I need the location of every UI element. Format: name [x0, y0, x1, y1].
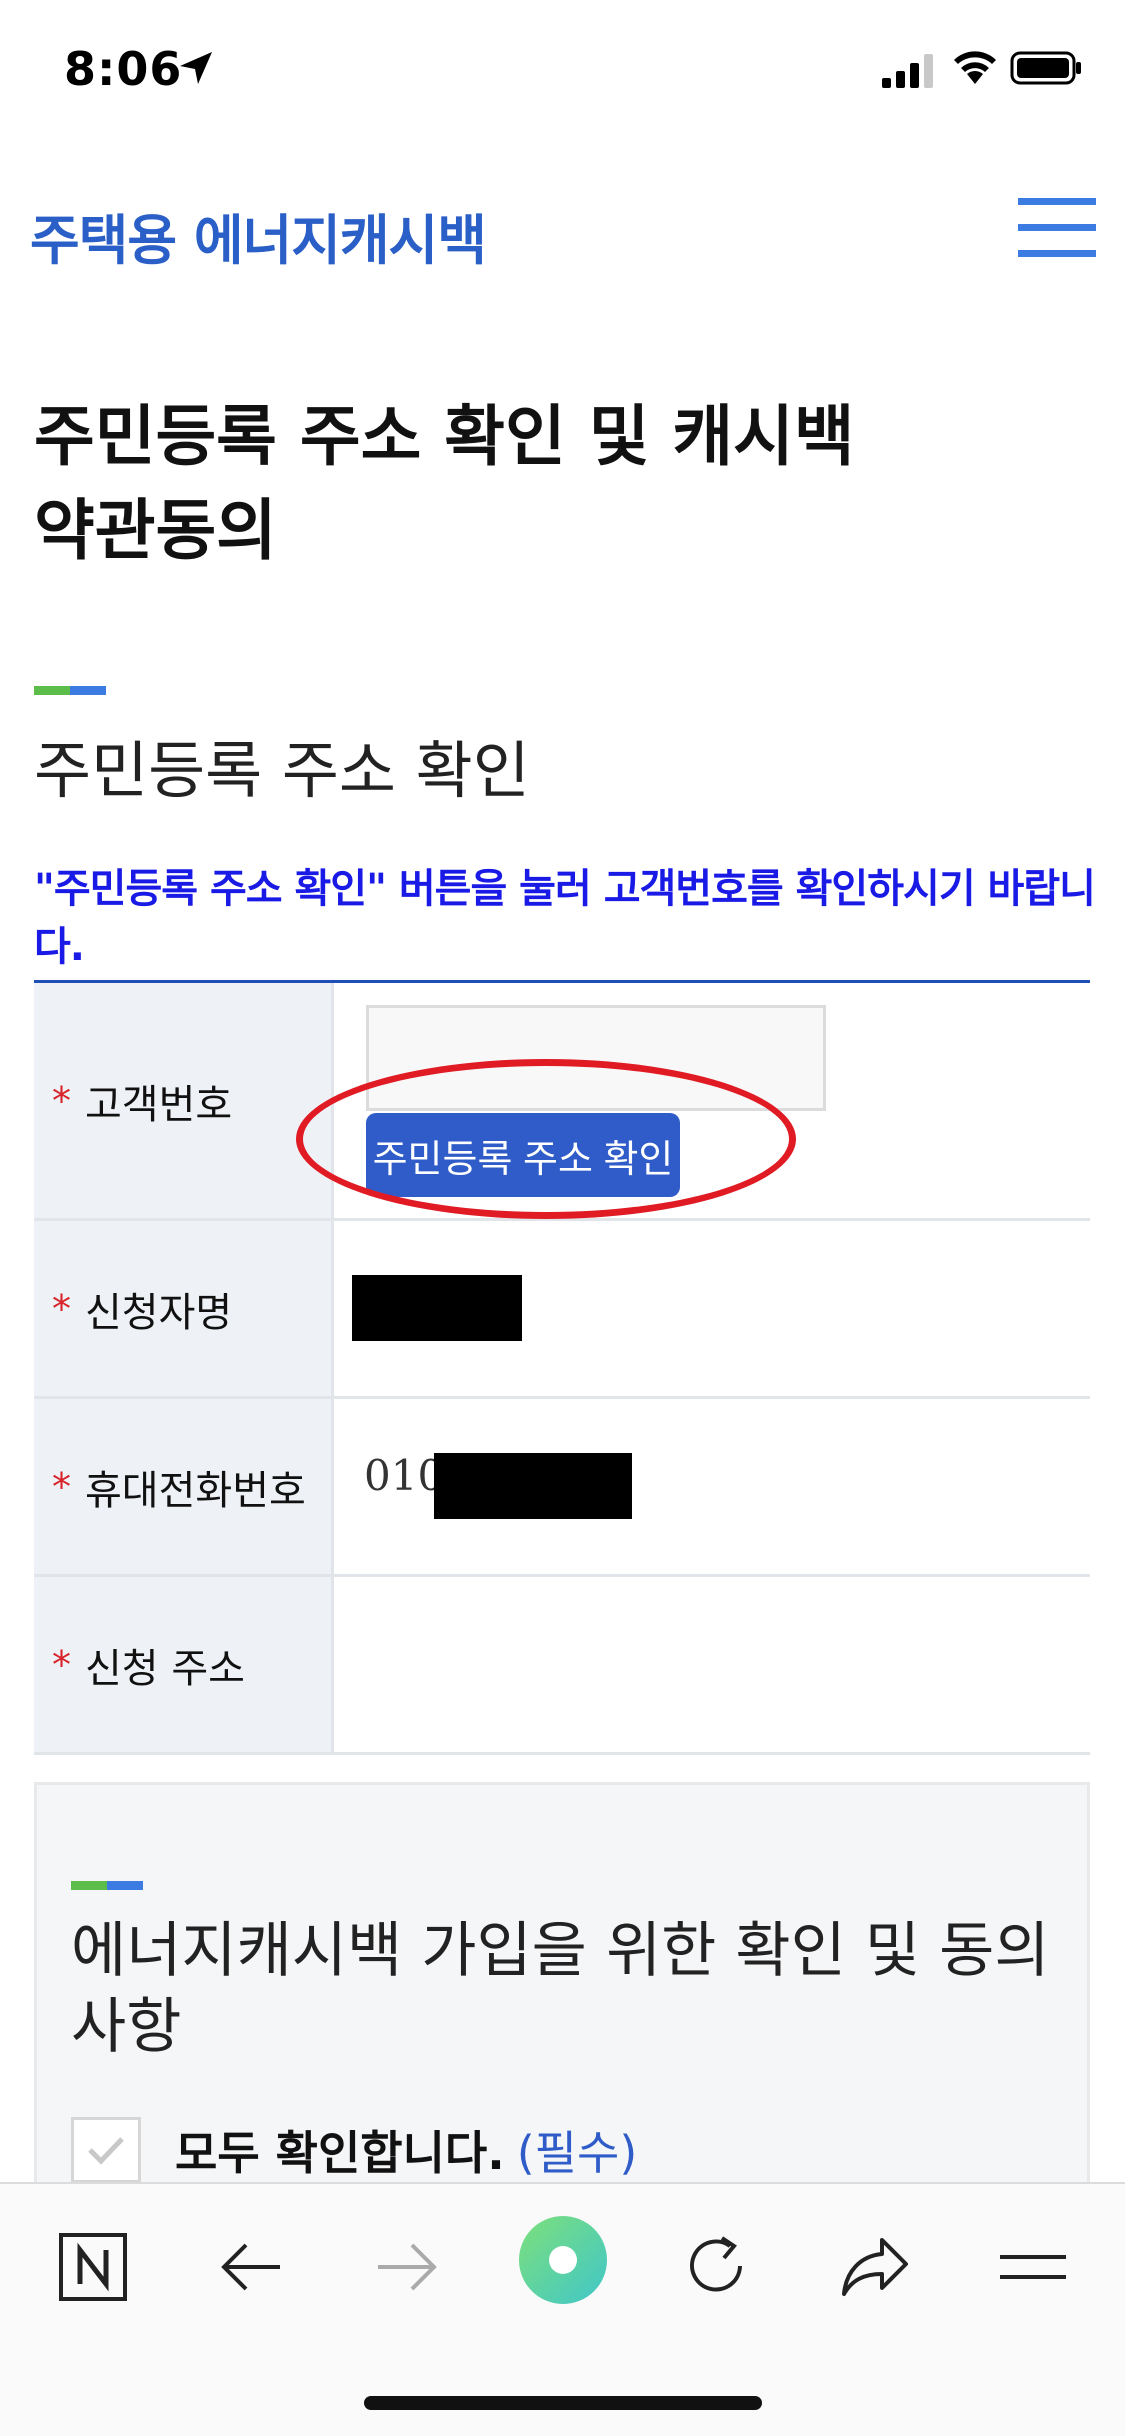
applicant-name-label: 신청자명	[85, 1289, 233, 1336]
customer-number-input[interactable]	[366, 1005, 826, 1111]
required-mark: *	[52, 1642, 71, 1687]
wifi-icon	[954, 51, 996, 84]
forward-arrow-icon[interactable]	[362, 2222, 452, 2312]
form-label: * 휴대전화번호	[34, 1399, 334, 1574]
agreement-accent-bar	[71, 1881, 143, 1890]
status-bar: 8:06	[0, 0, 1125, 140]
form-label: * 고객번호	[34, 983, 334, 1218]
customer-number-label: 고객번호	[85, 1081, 233, 1128]
cellular-signal-icon	[882, 54, 933, 88]
status-time: 8:06	[64, 42, 183, 96]
battery-icon	[1010, 51, 1081, 85]
required-mark: *	[52, 1078, 71, 1123]
phone-prefix-value: 010	[364, 1451, 445, 1500]
form-row-phone: * 휴대전화번호 010	[34, 1399, 1090, 1577]
section-title: 주민등록 주소 확인	[34, 734, 530, 807]
form-row-customer-number: * 고객번호 주민등록 주소 확인	[34, 983, 1090, 1221]
phone-label: 휴대전화번호	[85, 1467, 306, 1514]
check-all-row[interactable]: 모두 확인합니다. (필수)	[71, 2117, 637, 2183]
address-value	[334, 1577, 1090, 1752]
home-indicator	[364, 2396, 762, 2410]
menu-icon[interactable]	[988, 2222, 1078, 2312]
site-logo[interactable]: 주택용 에너지캐시백	[30, 196, 487, 275]
form-value: 010	[334, 1399, 1090, 1574]
form-label: * 신청 주소	[34, 1577, 334, 1752]
required-mark: *	[52, 1464, 71, 1509]
form-value: 주민등록 주소 확인	[296, 983, 1090, 1219]
agreement-title: 에너지캐시백 가입을 위한 확인 및 동의사항	[71, 1916, 1050, 2062]
page-title: 주민등록 주소 확인 및 캐시백 약관동의	[34, 398, 855, 569]
location-arrow-icon	[180, 52, 212, 84]
form-label: * 신청자명	[34, 1221, 334, 1396]
notice-text: "주민등록 주소 확인" 버튼을 눌러 고객번호를 확인하시기 바랍니다.	[34, 866, 1096, 970]
form-row-address: * 신청 주소	[34, 1577, 1090, 1755]
checkmark-icon	[88, 2137, 124, 2165]
redacted-phone-block	[434, 1453, 632, 1519]
required-tag: (필수)	[516, 2126, 638, 2180]
naver-n-icon[interactable]	[48, 2222, 138, 2312]
address-label: 신청 주소	[85, 1645, 245, 1692]
redacted-name-block	[352, 1275, 522, 1341]
back-arrow-icon[interactable]	[206, 2222, 296, 2312]
verify-address-button[interactable]: 주민등록 주소 확인	[366, 1113, 680, 1197]
check-all-label[interactable]: 모두 확인합니다.	[175, 2117, 505, 2183]
green-dot-icon[interactable]	[517, 2214, 609, 2306]
check-all-checkbox[interactable]	[71, 2117, 141, 2183]
hamburger-menu-icon[interactable]	[1018, 198, 1096, 258]
form-value	[334, 1221, 1090, 1396]
required-mark: *	[52, 1286, 71, 1331]
reload-icon[interactable]	[672, 2222, 762, 2312]
form-row-applicant-name: * 신청자명	[34, 1221, 1090, 1399]
section-accent-bar	[34, 686, 106, 695]
agreement-box: 에너지캐시백 가입을 위한 확인 및 동의사항 모두 확인합니다. (필수)	[34, 1782, 1090, 2202]
share-icon[interactable]	[830, 2222, 920, 2312]
applicant-form-table: * 고객번호 주민등록 주소 확인 * 신청자명 * 휴대전화번호 010 *	[34, 980, 1090, 1755]
